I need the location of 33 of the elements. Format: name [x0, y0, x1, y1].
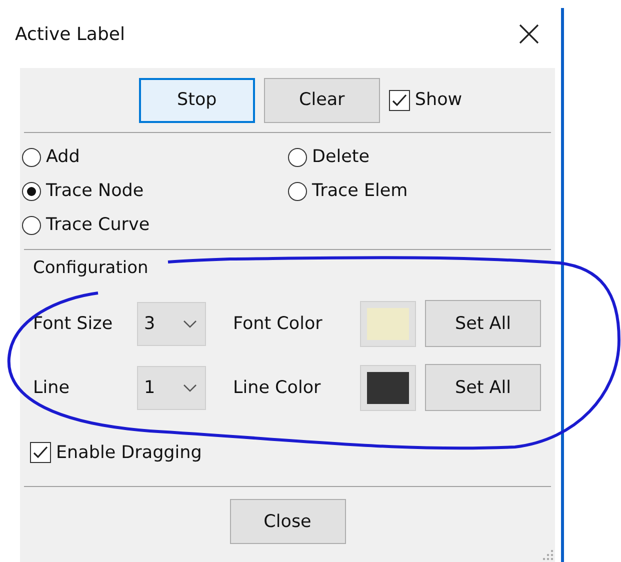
radio-button[interactable] [22, 182, 41, 200]
dragging-checkbox[interactable] [30, 442, 51, 463]
radio-label: Trace Elem [312, 181, 408, 201]
set-all-button[interactable]: Set All [425, 364, 541, 411]
clear-button[interactable]: Clear [264, 78, 380, 122]
chevron-icon [183, 320, 197, 328]
resize-grip-icon[interactable] [543, 550, 553, 560]
close-dialog-button[interactable]: Close [230, 499, 346, 544]
set-all-button[interactable]: Set All [425, 300, 541, 347]
color-swatch[interactable] [360, 300, 416, 346]
radio-button[interactable] [22, 148, 41, 166]
stop-button[interactable]: Stop [138, 78, 255, 122]
show-label: Show [414, 90, 462, 110]
color-label: Font Color [233, 314, 324, 334]
window-title: Active Label [15, 24, 125, 44]
color-swatch[interactable] [360, 364, 416, 410]
radio-label: Delete [312, 147, 370, 167]
chevron-icon [183, 384, 197, 392]
field-label: Line [33, 378, 70, 398]
dropdown[interactable]: 3 [137, 302, 206, 346]
radio-button[interactable] [288, 148, 307, 166]
dragging-label: Enable Dragging [56, 442, 202, 462]
show-checkbox[interactable] [388, 90, 410, 110]
radio-label: Trace Curve [46, 215, 150, 235]
dropdown[interactable]: 1 [137, 366, 206, 410]
radio-button[interactable] [22, 216, 41, 234]
section-title: Configuration [33, 258, 150, 278]
close-icon [517, 22, 541, 46]
color-label: Line Color [233, 378, 322, 398]
radio-label: Add [46, 147, 80, 167]
radio-button[interactable] [288, 182, 307, 200]
radio-label: Trace Node [46, 181, 144, 201]
field-label: Font Size [33, 314, 114, 334]
